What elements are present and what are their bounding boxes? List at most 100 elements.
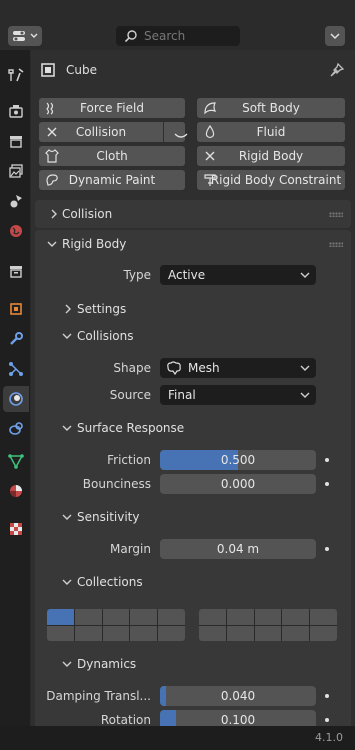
collection-layer-cell[interactable] — [282, 609, 310, 625]
editor-type-button[interactable] — [8, 26, 42, 46]
collections-layer-grid-left[interactable] — [47, 609, 185, 641]
rotation-damping-slider[interactable]: 0.100 — [160, 710, 316, 726]
chevron-down-icon — [300, 392, 310, 398]
wrench-icon — [10, 332, 23, 345]
sensitivity-subpanel-header[interactable]: Sensitivity — [35, 503, 351, 531]
type-dropdown[interactable]: Active — [160, 265, 316, 285]
collection-layer-cell[interactable] — [254, 609, 282, 625]
source-dropdown[interactable]: Final — [160, 385, 316, 405]
rigid-body-button[interactable]: Rigid Body — [197, 146, 345, 166]
particles-icon — [9, 362, 23, 376]
tab-particles[interactable] — [3, 356, 29, 382]
tab-world[interactable] — [3, 218, 29, 244]
tab-modifiers[interactable] — [3, 326, 29, 352]
tab-constraints[interactable] — [3, 416, 29, 442]
keyframe-dot-icon[interactable] — [325, 718, 329, 722]
collection-layer-cell[interactable] — [310, 625, 337, 641]
bounciness-value: 0.000 — [220, 477, 256, 491]
collection-layer-cell[interactable] — [158, 625, 185, 641]
tab-scene[interactable] — [3, 188, 29, 214]
dynamics-title: Dynamics — [77, 657, 137, 671]
object-header: Cube — [31, 50, 355, 92]
dynamic-paint-button[interactable]: Dynamic Paint — [39, 170, 185, 190]
fluid-button[interactable]: Fluid — [197, 122, 345, 142]
collection-layer-cell[interactable] — [199, 609, 226, 625]
friction-slider[interactable]: 0.500 — [160, 450, 316, 470]
margin-value: 0.04 m — [216, 542, 260, 556]
collection-layer-cell[interactable] — [226, 609, 254, 625]
collision-options-button[interactable] — [163, 122, 188, 142]
collection-icon — [10, 266, 22, 278]
collection-layer-cell[interactable] — [47, 625, 74, 641]
collection-layer-cell[interactable] — [199, 625, 226, 641]
collection-layer-cell[interactable] — [47, 609, 74, 625]
options-dropdown-button[interactable] — [325, 26, 345, 46]
collection-layer-cell[interactable] — [130, 609, 158, 625]
keyframe-dot-icon[interactable] — [325, 482, 329, 486]
cloth-button[interactable]: Cloth — [39, 146, 185, 166]
keyframe-dot-icon[interactable] — [325, 547, 329, 551]
tab-material[interactable] — [3, 478, 29, 504]
collection-layer-cell[interactable] — [254, 625, 282, 641]
source-value: Final — [168, 388, 196, 402]
dynamics-subpanel-header[interactable]: Dynamics — [35, 650, 351, 678]
collections-layer-grid-right[interactable] — [199, 609, 337, 641]
collection-layer-cell[interactable] — [74, 609, 102, 625]
tab-texture[interactable] — [3, 516, 29, 542]
collision-panel-title: Collision — [62, 207, 113, 221]
tab-object-data[interactable] — [3, 448, 29, 474]
collection-layer-cell[interactable] — [226, 625, 254, 641]
soft-body-button[interactable]: Soft Body — [197, 98, 345, 118]
tab-physics[interactable] — [3, 386, 29, 412]
drag-handle-icon[interactable] — [329, 242, 343, 247]
shape-dropdown[interactable]: Mesh — [160, 358, 316, 378]
collection-layer-cell[interactable] — [310, 609, 337, 625]
collection-layer-cell[interactable] — [282, 625, 310, 641]
pin-icon[interactable] — [329, 62, 345, 78]
keyframe-dot-icon[interactable] — [325, 458, 329, 462]
cloth-label: Cloth — [96, 149, 128, 163]
physics-icon — [9, 392, 23, 406]
collision-button[interactable]: Collision — [39, 122, 188, 142]
chevron-down-icon — [62, 661, 72, 667]
damping-translation-slider[interactable]: 0.040 — [160, 686, 316, 706]
settings-subpanel-header[interactable]: Settings — [35, 295, 351, 323]
force-field-button[interactable]: Force Field — [39, 98, 185, 118]
keyframe-dot-icon[interactable] — [325, 694, 329, 698]
collection-layer-cell[interactable] — [102, 625, 130, 641]
bounciness-slider[interactable]: 0.000 — [160, 474, 316, 494]
tab-view-layer[interactable] — [3, 158, 29, 184]
rigid-body-panel-header[interactable]: Rigid Body — [35, 230, 351, 258]
dynamic-paint-icon — [46, 174, 58, 186]
damping-translation-value: 0.040 — [220, 689, 256, 703]
tab-render[interactable] — [3, 98, 29, 124]
shape-value: Mesh — [188, 361, 220, 375]
dynamic-paint-label: Dynamic Paint — [68, 173, 156, 187]
collision-panel: Collision — [35, 200, 351, 228]
drag-handle-icon[interactable] — [329, 212, 343, 217]
collection-layer-cell[interactable] — [130, 625, 158, 641]
collision-panel-header[interactable]: Collision — [35, 200, 351, 228]
force-field-label: Force Field — [80, 101, 144, 115]
collection-layer-cell[interactable] — [102, 609, 130, 625]
collection-layer-cell[interactable] — [74, 625, 102, 641]
collections-title: Collections — [77, 575, 143, 589]
tab-output[interactable] — [3, 128, 29, 154]
damping-translation-label: Damping Transl... — [46, 689, 151, 703]
surface-response-title: Surface Response — [77, 421, 185, 435]
collisions-subpanel-header[interactable]: Collisions — [35, 322, 351, 350]
surface-response-subpanel-header[interactable]: Surface Response — [35, 414, 351, 442]
chevron-right-icon — [51, 209, 57, 219]
collisions-title: Collisions — [77, 329, 134, 343]
force-field-icon — [46, 102, 54, 115]
tab-object[interactable] — [3, 296, 29, 322]
margin-field[interactable]: 0.04 m — [160, 539, 316, 559]
tab-collection[interactable] — [3, 258, 29, 284]
collision-label: Collision — [75, 125, 127, 139]
search-input[interactable]: Search — [116, 26, 240, 46]
tab-tool[interactable] — [3, 62, 29, 88]
collections-subpanel-header[interactable]: Collections — [35, 568, 351, 596]
collection-layer-cell[interactable] — [158, 609, 185, 625]
rigid-body-constraint-button[interactable]: Rigid Body Constraint — [197, 170, 345, 190]
search-icon — [124, 30, 137, 43]
